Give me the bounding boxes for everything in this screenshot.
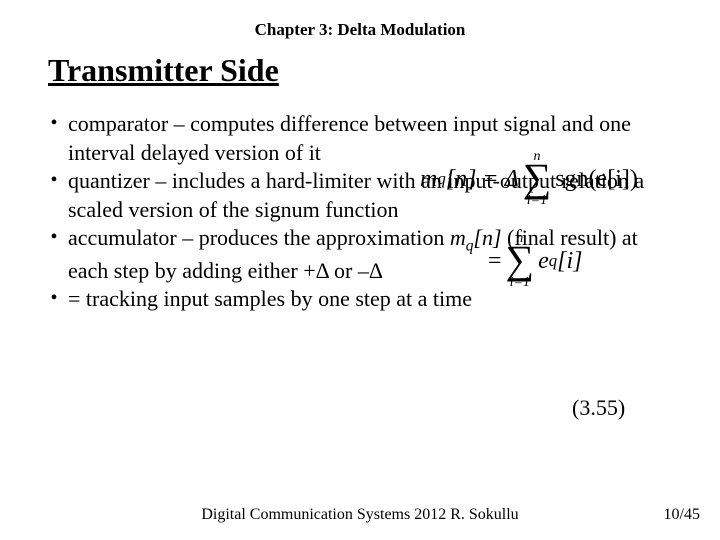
bullet-dot-icon: • <box>40 167 68 193</box>
sigma-icon: n ∑ i=1 <box>523 150 552 208</box>
bullet-dot-icon: • <box>40 285 68 311</box>
chapter-header: Chapter 3: Delta Modulation <box>0 20 720 40</box>
equation-block: mq[n] = Δ n ∑ i=1 sgn(e[i]) = n ∑ i=1 eq… <box>420 150 710 314</box>
equation-2: = n ∑ i=1 eq[i] <box>488 232 710 290</box>
bullet-dot-icon: • <box>40 224 68 250</box>
bullet-dot-icon: • <box>40 110 68 136</box>
slide-title: Transmitter Side <box>48 52 279 89</box>
footer-text: Digital Communication Systems 2012 R. So… <box>0 506 720 524</box>
equation-1: mq[n] = Δ n ∑ i=1 sgn(e[i]) <box>420 150 710 208</box>
equation-number: (3.55) <box>572 395 625 421</box>
sigma-icon: n ∑ i=1 <box>506 232 535 290</box>
page-number: 10/45 <box>664 506 700 524</box>
